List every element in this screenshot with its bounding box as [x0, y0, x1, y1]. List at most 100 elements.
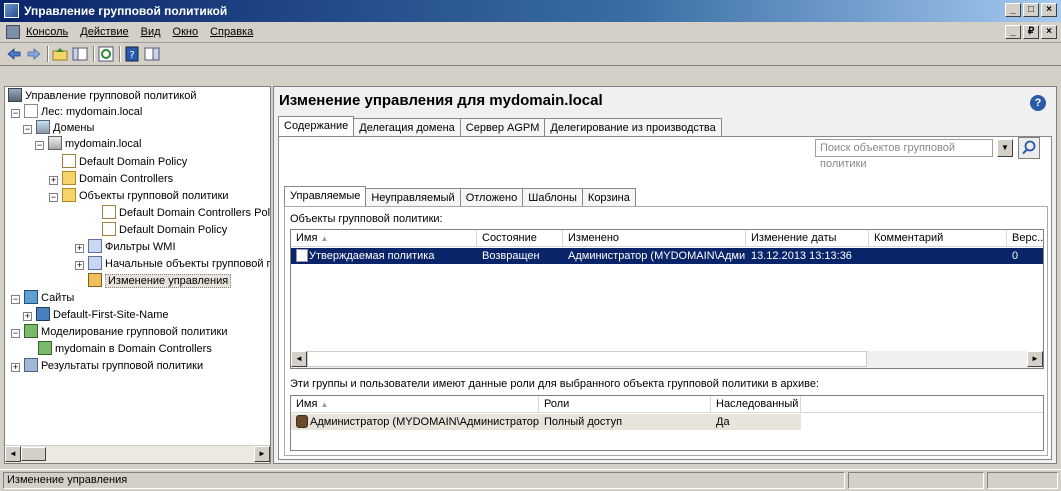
change-control-icon [88, 273, 102, 287]
mdi-restore-button[interactable]: ₽ [1023, 25, 1039, 39]
tree-item-forest[interactable]: Лес: mydomain.local [24, 104, 142, 120]
help-book-icon[interactable]: ? [124, 46, 140, 62]
cell-name: Утверждаемая политика [309, 250, 435, 262]
menu-action[interactable]: Действие [80, 26, 128, 38]
scroll-right-button[interactable]: ► [254, 446, 270, 462]
subtab-pending[interactable]: Отложено [459, 188, 524, 208]
subtab-unmanaged[interactable]: Неуправляемый [365, 188, 461, 208]
console-tree[interactable]: Управление групповой политикой − Лес: my… [4, 86, 271, 464]
up-folder-icon[interactable] [52, 46, 68, 62]
refresh-icon[interactable] [98, 46, 114, 62]
tree-horizontal-scrollbar[interactable]: ◄ ► [5, 445, 270, 463]
menu-console[interactable]: Консоль [26, 26, 68, 38]
scroll-thumb[interactable] [21, 447, 46, 461]
menu-help[interactable]: Справка [210, 26, 253, 38]
console-menu-icon[interactable] [6, 25, 20, 39]
tree-item-default-first-site[interactable]: Default-First-Site-Name [36, 307, 169, 323]
tree-item-gp-modeling[interactable]: Моделирование групповой политики [24, 324, 227, 340]
tree-item-wmi-filters[interactable]: Фильтры WMI [88, 239, 176, 255]
expand-results-toggle[interactable]: + [11, 363, 20, 372]
mdi-close-button[interactable]: × [1041, 25, 1057, 39]
forward-arrow-icon[interactable] [26, 46, 42, 62]
table-header: Имя ▲ Состояние Изменено Изменение даты … [291, 230, 1043, 247]
expand-starter-gpo-toggle[interactable]: + [75, 261, 84, 270]
subtab-templates[interactable]: Шаблоны [522, 188, 583, 208]
tree-item-change-control[interactable]: Изменение управления [88, 273, 232, 289]
roles-table[interactable]: Имя ▲ Роли Наследованный Администратор (… [290, 395, 1044, 451]
tree-item-domains[interactable]: Домены [36, 120, 94, 136]
roles-col-header-inherited[interactable]: Наследованный [711, 396, 801, 412]
collapse-domains-toggle[interactable]: − [23, 125, 32, 134]
scroll-left-button[interactable]: ◄ [5, 446, 21, 462]
help-icon[interactable]: ? [1030, 95, 1046, 111]
cell-modified-by: Администратор (MYDOMAIN\Адми... [568, 250, 746, 262]
cell-state: Возвращен [482, 250, 540, 262]
roles-col-header-roles[interactable]: Роли [539, 396, 711, 412]
gpmc-app-icon [4, 3, 19, 18]
col-header-comment[interactable]: Комментарий [869, 230, 1007, 246]
tree-item-mydomain[interactable]: mydomain.local [48, 136, 141, 152]
cell-comment [869, 248, 1007, 264]
svg-text:?: ? [129, 50, 134, 61]
expand-wmi-toggle[interactable]: + [75, 244, 84, 253]
menu-view[interactable]: Вид [141, 26, 161, 38]
tree-item-starter-gpos[interactable]: Начальные объекты групповой пол [88, 256, 270, 272]
properties-pane-icon[interactable] [144, 46, 160, 62]
tab-domain-delegation[interactable]: Делегация домена [353, 118, 461, 138]
collapse-domain-toggle[interactable]: − [35, 141, 44, 150]
col-header-name[interactable]: Имя ▲ [291, 230, 477, 246]
expand-site-toggle[interactable]: + [23, 312, 32, 321]
console-icon [8, 88, 22, 102]
tab-contents[interactable]: Содержание [278, 116, 355, 138]
close-button[interactable]: × [1041, 3, 1057, 17]
collapse-gpo-toggle[interactable]: − [49, 193, 58, 202]
mdi-minimize-button[interactable]: _ [1005, 25, 1021, 39]
back-arrow-icon[interactable] [6, 46, 22, 62]
show-hide-tree-icon[interactable] [72, 46, 88, 62]
col-header-modified-date[interactable]: Изменение даты [746, 230, 869, 246]
scroll-left-button[interactable]: ◄ [291, 351, 307, 367]
gpo-link-icon [62, 154, 76, 168]
minimize-button[interactable]: _ [1005, 3, 1021, 17]
subtab-recycle-bin[interactable]: Корзина [581, 188, 636, 208]
col-header-modified-by[interactable]: Изменено [563, 230, 746, 246]
search-dropdown-button[interactable]: ▼ [997, 139, 1013, 157]
gpo-search-input[interactable]: Поиск объектов групповой политики [815, 139, 993, 170]
tree-item-gpmc-root[interactable]: Управление групповой политикой [8, 88, 197, 104]
status-pane-2 [848, 472, 984, 489]
scroll-right-button[interactable]: ► [1027, 351, 1043, 367]
subtab-managed[interactable]: Управляемые [284, 186, 367, 208]
tree-item-modeling-result[interactable]: mydomain в Domain Controllers [38, 341, 212, 357]
menu-window[interactable]: Окно [173, 26, 199, 38]
maximize-button[interactable]: □ [1023, 3, 1039, 17]
search-icon [1022, 140, 1036, 155]
search-button[interactable] [1018, 137, 1040, 159]
tree-item-gp-results[interactable]: Результаты групповой политики [24, 358, 203, 374]
tree-item-default-domain-policy-link[interactable]: Default Domain Policy [62, 154, 187, 170]
window-titlebar[interactable]: Управление групповой политикой _ □ × [0, 0, 1061, 22]
roles-col-header-name[interactable]: Имя ▲ [291, 396, 539, 412]
tree-item-gpo-container[interactable]: Объекты групповой политики [62, 188, 229, 204]
starter-gpo-icon [88, 256, 102, 270]
scroll-thumb[interactable] [307, 351, 867, 367]
col-header-version[interactable]: Верс... [1007, 230, 1043, 246]
tree-item-default-dc-policy[interactable]: Default Domain Controllers Policy [102, 205, 270, 221]
gpo-objects-table[interactable]: Имя ▲ Состояние Изменено Изменение даты … [290, 229, 1044, 369]
tree-item-domain-controllers[interactable]: Domain Controllers [62, 171, 173, 187]
tab-production-delegation[interactable]: Делегирование из производства [544, 118, 722, 138]
collapse-modeling-toggle[interactable]: − [11, 329, 20, 338]
details-pane: Изменение управления для mydomain.local … [273, 86, 1057, 464]
col-header-state[interactable]: Состояние [477, 230, 563, 246]
folder-icon [62, 188, 76, 202]
domains-icon [36, 120, 50, 134]
results-icon [24, 358, 38, 372]
collapse-forest-toggle[interactable]: − [11, 109, 20, 118]
collapse-sites-toggle[interactable]: − [11, 295, 20, 304]
expand-domain-controllers-toggle[interactable]: + [49, 176, 58, 185]
objects-horizontal-scrollbar[interactable]: ◄ ► [291, 351, 1043, 368]
tab-agpm-server[interactable]: Сервер AGPM [459, 118, 546, 138]
table-row[interactable]: Администратор (MYDOMAIN\Администратор) П… [291, 414, 801, 430]
tree-item-default-domain-policy[interactable]: Default Domain Policy [102, 222, 227, 238]
table-row[interactable]: Утверждаемая политика Возвращен Админист… [291, 248, 1043, 264]
tree-item-sites[interactable]: Сайты [24, 290, 74, 306]
